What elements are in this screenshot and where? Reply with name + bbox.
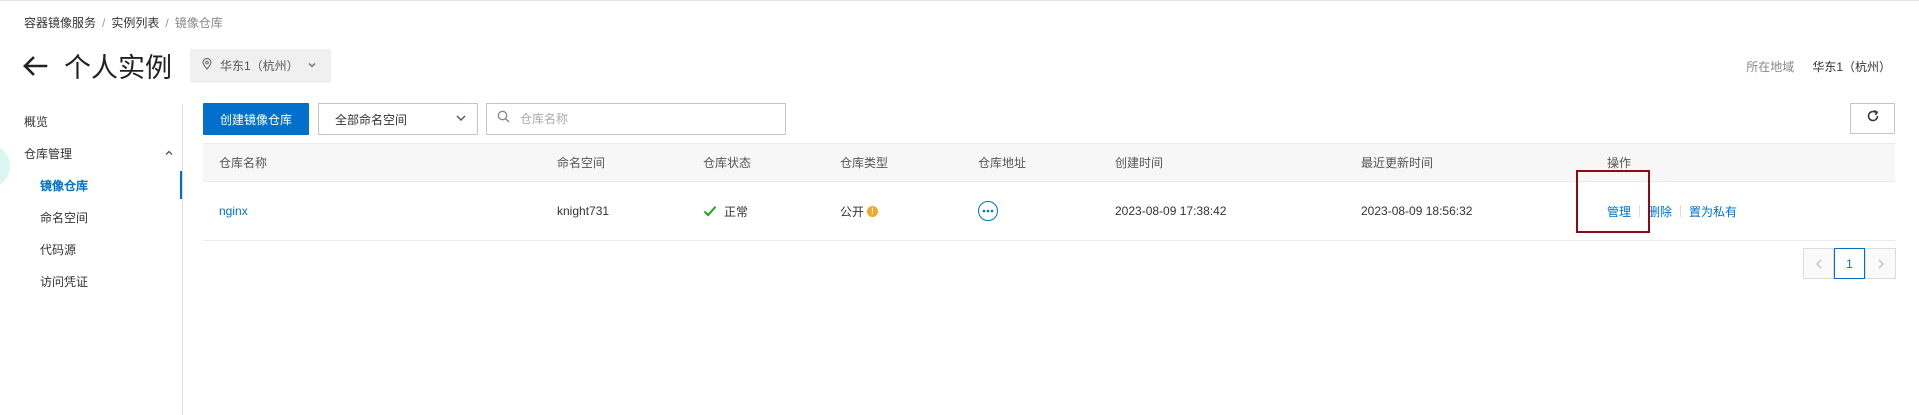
back-arrow-icon[interactable]: [22, 53, 48, 79]
search-input[interactable]: [518, 111, 762, 127]
breadcrumb-separator: /: [165, 15, 169, 30]
repo-namespace: knight731: [557, 204, 610, 218]
breadcrumb-item-current: 镜像仓库: [174, 16, 223, 30]
table-header-row: 仓库名称 命名空间 仓库状态 仓库类型 仓库地址 创建时间 最近更新时间 操作: [203, 143, 1895, 182]
set-private-link[interactable]: 置为私有: [1689, 203, 1737, 220]
repo-created-time: 2023-08-09 17:38:42: [1115, 204, 1227, 218]
breadcrumb: 容器镜像服务 / 实例列表 / 镜像仓库: [24, 14, 223, 31]
repo-status-text: 正常: [724, 204, 749, 219]
sidebar-active-indicator: [180, 171, 182, 199]
region-label: 所在地域: [1746, 60, 1795, 74]
location-pin-icon: [202, 57, 212, 73]
column-header-ops: 操作: [1607, 156, 1632, 170]
pagination: 1: [1803, 248, 1896, 279]
search-icon: [497, 110, 510, 128]
refresh-icon: [1866, 109, 1880, 128]
repo-type-text: 公开: [840, 204, 865, 219]
page-number-button[interactable]: 1: [1834, 248, 1865, 279]
sidebar-item-access-credentials[interactable]: 访问凭证: [40, 273, 88, 290]
region-selector[interactable]: 华东1（杭州）: [190, 48, 331, 83]
column-header-status: 仓库状态: [703, 156, 752, 170]
repo-operations: 管理 删除 置为私有: [1607, 182, 1737, 240]
manage-link[interactable]: 管理: [1607, 203, 1631, 220]
breadcrumb-item-instances[interactable]: 实例列表: [111, 14, 159, 31]
region-selector-label: 华东1（杭州）: [220, 59, 299, 73]
column-header-type: 仓库类型: [840, 156, 889, 170]
warning-icon[interactable]: !: [867, 205, 879, 217]
sidebar-item-overview[interactable]: 概览: [24, 113, 48, 130]
repo-search-box[interactable]: [486, 103, 786, 135]
sidebar-item-image-repos[interactable]: 镜像仓库: [40, 177, 88, 194]
column-header-updated: 最近更新时间: [1361, 156, 1434, 170]
create-repo-button[interactable]: 创建镜像仓库: [203, 103, 309, 135]
checkmark-icon: [703, 205, 717, 217]
column-header-namespace: 命名空间: [557, 156, 606, 170]
column-header-address: 仓库地址: [978, 156, 1027, 170]
refresh-button[interactable]: [1850, 103, 1895, 134]
op-divider: [1680, 205, 1682, 217]
chevron-up-icon: [164, 147, 174, 161]
repo-updated-time: 2023-08-09 18:56:32: [1361, 204, 1473, 218]
column-header-created: 创建时间: [1115, 156, 1164, 170]
repo-table: 仓库名称 命名空间 仓库状态 仓库类型 仓库地址 创建时间 最近更新时间 操作 …: [203, 143, 1895, 241]
chevron-down-icon: [307, 59, 317, 73]
region-info: 所在地域 华东1（杭州）: [1746, 58, 1891, 75]
repo-status: 正常: [703, 182, 748, 240]
top-divider: [0, 0, 1919, 1]
sidebar-item-namespaces[interactable]: 命名空间: [40, 209, 88, 226]
namespace-filter-value: 全部命名空间: [335, 112, 408, 127]
page-title: 个人实例: [64, 53, 172, 83]
chevron-down-icon: [455, 112, 467, 127]
sidebar-item-code-sources[interactable]: 代码源: [40, 241, 76, 258]
more-dots-icon[interactable]: [978, 201, 998, 221]
chevron-left-icon: [1815, 259, 1821, 268]
breadcrumb-separator: /: [102, 15, 106, 30]
column-header-name: 仓库名称: [219, 156, 268, 170]
region-value: 华东1（杭州）: [1812, 60, 1891, 74]
delete-link[interactable]: 删除: [1648, 203, 1672, 220]
prev-page-button[interactable]: [1803, 248, 1834, 279]
next-page-button[interactable]: [1865, 248, 1896, 279]
sidebar-group-repo-management[interactable]: 仓库管理: [24, 145, 174, 162]
op-divider: [1639, 205, 1641, 217]
chevron-right-icon: [1878, 259, 1884, 268]
page-header: 个人实例 华东1（杭州）: [22, 46, 331, 85]
breadcrumb-item-service[interactable]: 容器镜像服务: [24, 14, 96, 31]
table-row: nginx knight731 正常 公开 ! 2023-08-09 17:38…: [203, 182, 1895, 241]
repo-address: [978, 182, 998, 240]
namespace-filter-select[interactable]: 全部命名空间: [318, 103, 478, 135]
repo-type: 公开 !: [840, 182, 879, 240]
sidebar-group-label: 仓库管理: [24, 147, 73, 161]
repo-name-link[interactable]: nginx: [219, 182, 248, 240]
